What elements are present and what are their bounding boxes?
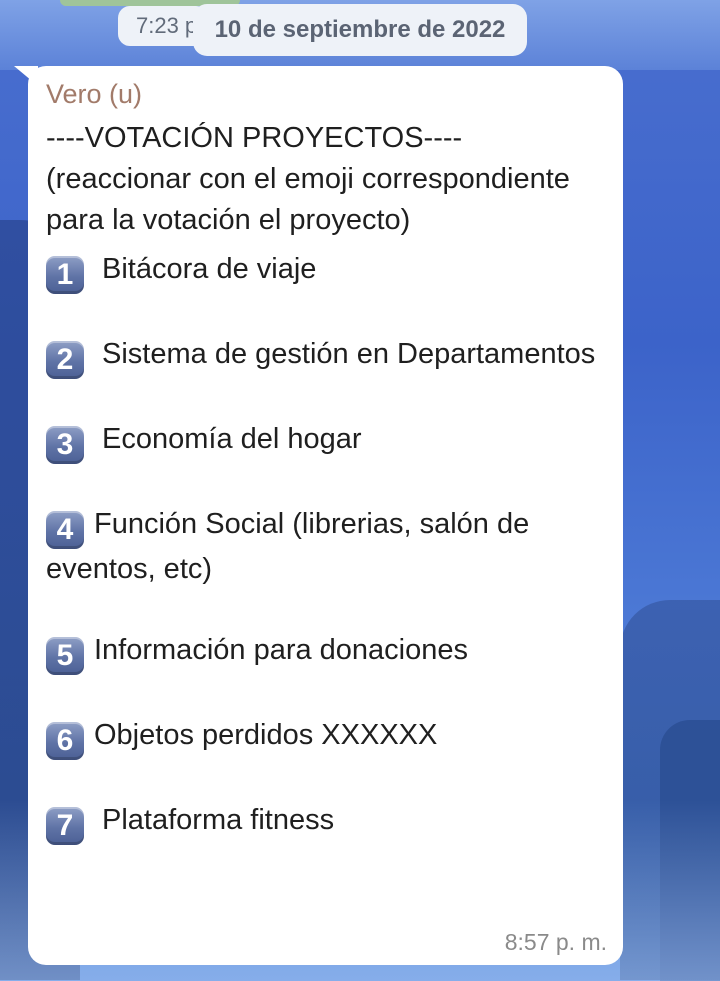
- message-instruction: (reaccionar con el emoji correspondiente…: [46, 163, 570, 236]
- item-text: Economía del hogar: [102, 423, 362, 455]
- date-separator: 10 de septiembre de 2022: [193, 4, 527, 56]
- keycap-6-icon: 6: [46, 722, 84, 760]
- list-item: 7 Plataforma fitness: [46, 800, 603, 845]
- keycap-4-icon: 4: [46, 511, 84, 549]
- keycap-2-icon: 2: [46, 341, 84, 379]
- keycap-7-icon: 7: [46, 807, 84, 845]
- keycap-5-icon: 5: [46, 637, 84, 675]
- message-title: ----VOTACIÓN PROYECTOS----: [46, 122, 463, 154]
- list-item: 6 Objetos perdidos XXXXXX: [46, 715, 603, 760]
- list-item: 2 Sistema de gestión en Departamentos: [46, 334, 603, 379]
- item-text: Plataforma fitness: [102, 804, 335, 836]
- list-item: 3 Economía del hogar: [46, 419, 603, 464]
- list-item: 5 Información para donaciones: [46, 630, 603, 675]
- message-bubble[interactable]: Vero (u) ----VOTACIÓN PROYECTOS---- (rea…: [28, 66, 623, 965]
- sender-name[interactable]: Vero (u): [46, 76, 603, 112]
- message-body: ----VOTACIÓN PROYECTOS---- (reaccionar c…: [46, 118, 603, 845]
- keycap-1-icon: 1: [46, 256, 84, 294]
- list-item: 4 Función Social (librerias, salón de eve…: [46, 504, 603, 590]
- item-text: Función Social (librerias, salón de even…: [46, 508, 530, 585]
- message-timestamp: 8:57 p. m.: [504, 929, 607, 955]
- item-text: Objetos perdidos XXXXXX: [94, 719, 438, 751]
- item-text: Sistema de gestión en Departamentos: [102, 338, 596, 370]
- list-item: 1 Bitácora de viaje: [46, 249, 603, 294]
- item-text: Información para donaciones: [94, 634, 469, 666]
- keycap-3-icon: 3: [46, 426, 84, 464]
- item-text: Bitácora de viaje: [102, 253, 317, 285]
